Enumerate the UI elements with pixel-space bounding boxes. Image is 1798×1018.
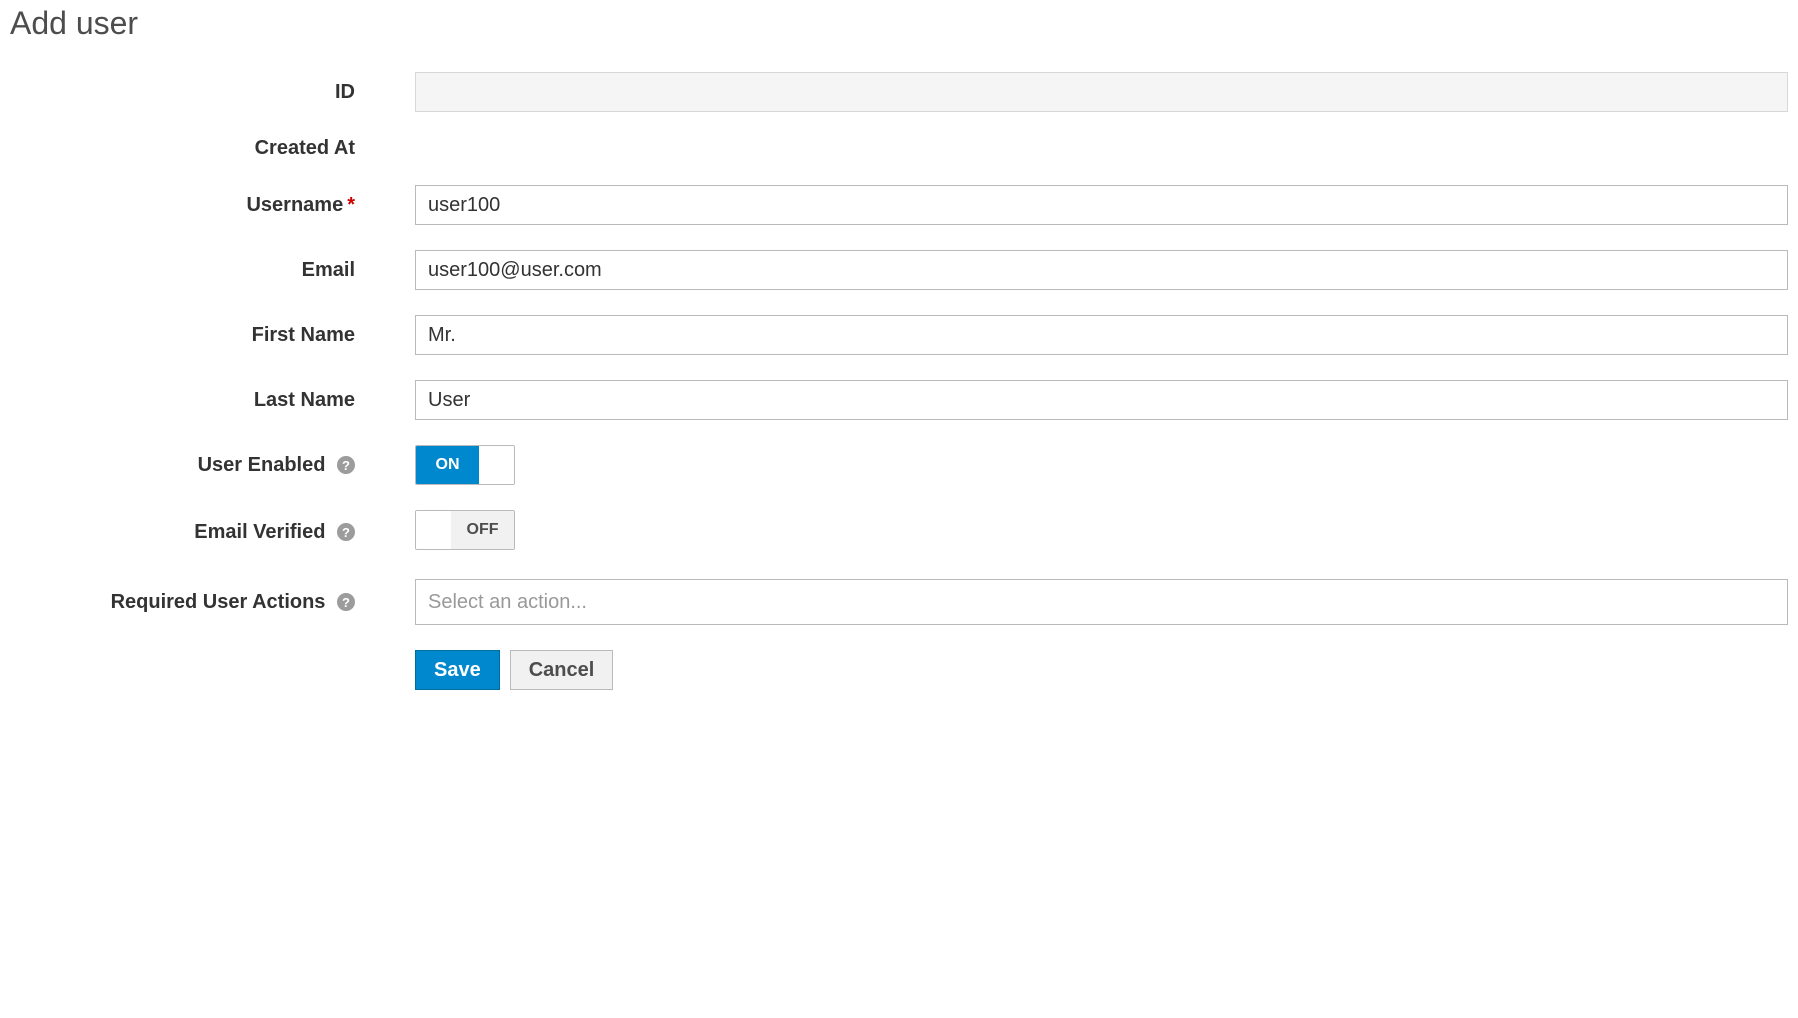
id-label: ID bbox=[10, 81, 385, 104]
first-name-field[interactable] bbox=[415, 315, 1788, 355]
save-button[interactable]: Save bbox=[415, 650, 500, 690]
last-name-label: Last Name bbox=[10, 389, 385, 412]
user-enabled-label: User Enabled ? bbox=[10, 454, 385, 477]
first-name-label: First Name bbox=[10, 324, 385, 347]
help-icon[interactable]: ? bbox=[337, 593, 355, 611]
help-icon[interactable]: ? bbox=[337, 456, 355, 474]
toggle-on-label: ON bbox=[428, 456, 468, 474]
page-title: Add user bbox=[10, 5, 1788, 42]
email-field[interactable] bbox=[415, 250, 1788, 290]
email-label: Email bbox=[10, 259, 385, 282]
username-label: Username* bbox=[10, 194, 385, 217]
cancel-button[interactable]: Cancel bbox=[510, 650, 614, 690]
last-name-field[interactable] bbox=[415, 380, 1788, 420]
user-enabled-toggle[interactable]: ON bbox=[415, 445, 515, 485]
email-verified-toggle[interactable]: OFF bbox=[415, 510, 515, 550]
required-user-actions-select[interactable]: Select an action... bbox=[415, 579, 1788, 625]
id-field bbox=[415, 72, 1788, 112]
email-verified-label: Email Verified ? bbox=[10, 521, 385, 544]
toggle-off-label: OFF bbox=[459, 521, 507, 539]
help-icon[interactable]: ? bbox=[337, 523, 355, 541]
required-user-actions-label: Required User Actions ? bbox=[10, 591, 385, 614]
created-at-label: Created At bbox=[10, 137, 385, 160]
username-field[interactable] bbox=[415, 185, 1788, 225]
required-asterisk-icon: * bbox=[347, 194, 355, 216]
